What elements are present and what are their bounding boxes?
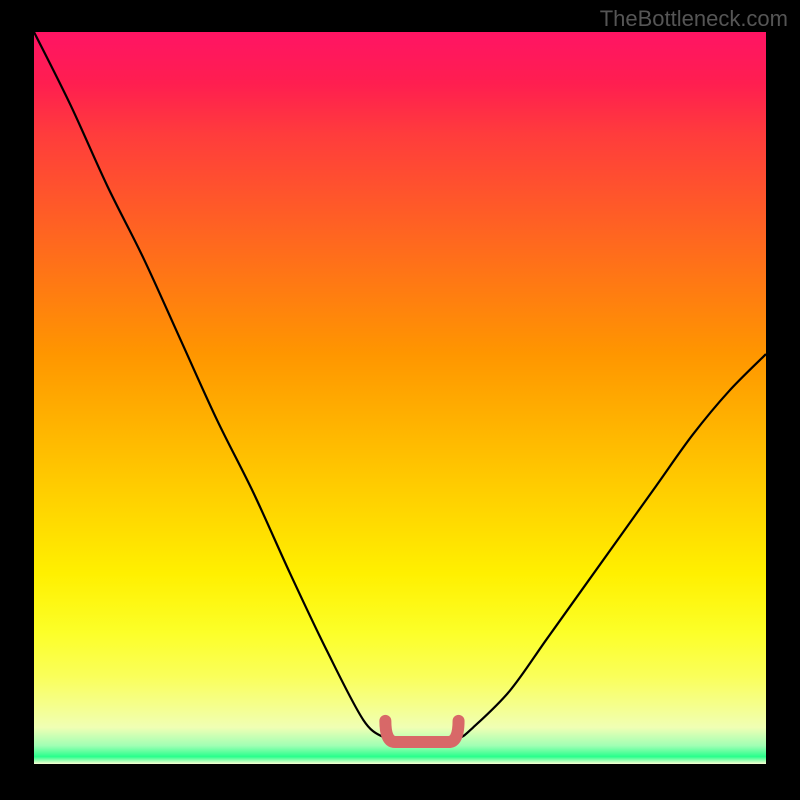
chart-plot-area xyxy=(34,32,766,764)
attribution-text: TheBottleneck.com xyxy=(600,6,788,32)
optimal-range-marker xyxy=(34,32,766,764)
